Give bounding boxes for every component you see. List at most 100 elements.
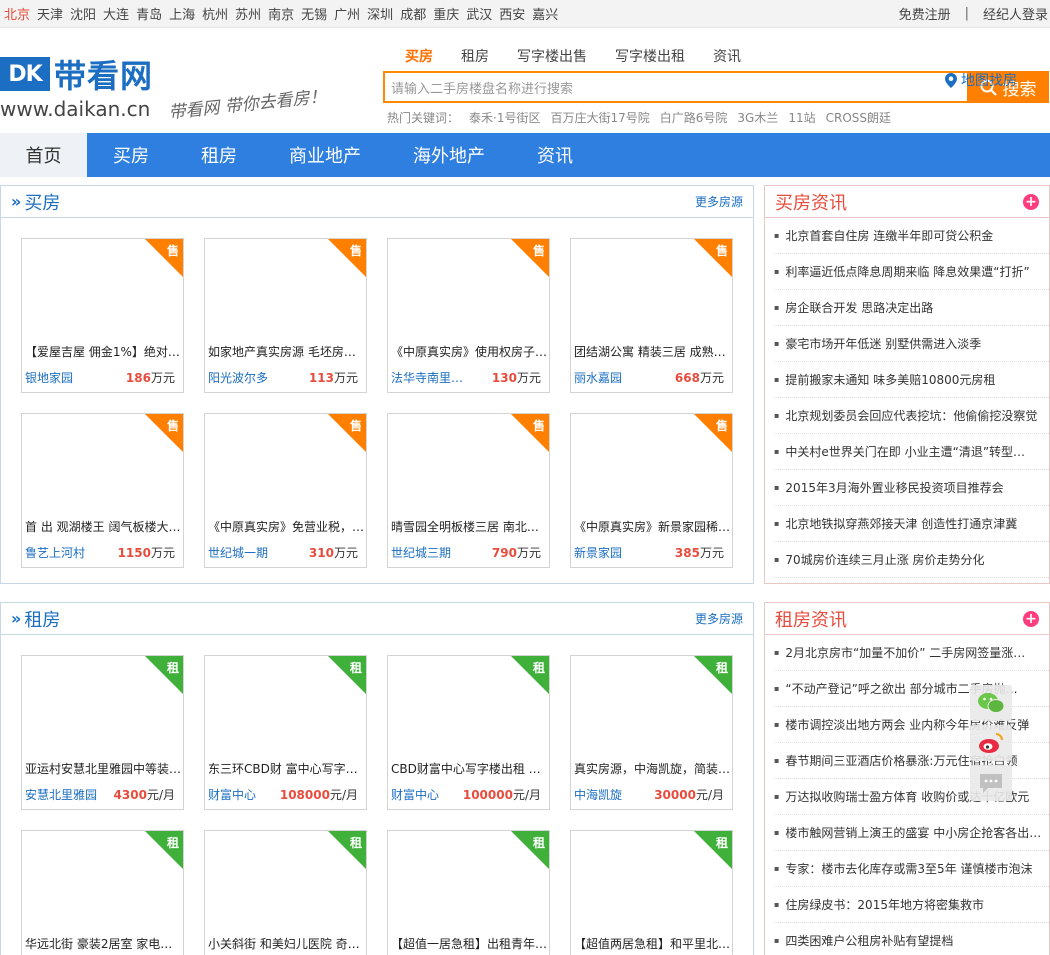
listing-card[interactable]: 售晴雪园全明板楼三居 南北… 世纪城三期 790万元 [387, 413, 550, 568]
search-tab[interactable]: 租房 [461, 46, 489, 66]
news-item[interactable]: 住房绿皮书：2015年地方将密集救市 [774, 887, 1049, 923]
hot-keyword-link[interactable]: 百万庄大街17号院 [550, 109, 649, 126]
city-link[interactable]: 武汉 [466, 4, 492, 23]
listing-title[interactable]: 晴雪园全明板楼三居 南北… [391, 518, 547, 535]
listing-community-link[interactable]: 世纪城三期 [391, 544, 451, 561]
news-item[interactable]: 房企联合开发 思路决定出路 [774, 290, 1049, 326]
city-link[interactable]: 天津 [37, 4, 63, 23]
news-item[interactable]: 70城房价连续三月止涨 房价走势分化 [774, 542, 1049, 578]
news-item[interactable]: 四类困难户公租房补贴有望提档 [774, 923, 1049, 955]
city-link[interactable]: 苏州 [235, 4, 261, 23]
listing-card[interactable]: 租小关斜街 和美妇儿医院 奇… [204, 830, 367, 955]
listing-card[interactable]: 售《中原真实房》免营业税，… 世纪城一期 310万元 [204, 413, 367, 568]
listing-title[interactable]: 【超值两居急租】和平里北… [574, 935, 730, 952]
weibo-icon[interactable] [970, 725, 1012, 761]
city-link[interactable]: 沈阳 [70, 4, 96, 23]
news-item[interactable]: 利率逼近低点降息周期来临 降息效果遭“打折” [774, 254, 1049, 290]
listing-title[interactable]: 《中原真实房》使用权房子… [391, 343, 547, 360]
agent-login-link[interactable]: 经纪人登录 [983, 4, 1048, 23]
listing-title[interactable]: 小关斜街 和美妇儿医院 奇… [208, 935, 364, 952]
listing-community-link[interactable]: 新景家园 [574, 544, 622, 561]
listing-card[interactable]: 售团结湖公寓 精装三居 成熟… 丽水嘉园 668万元 [570, 238, 733, 393]
listing-title[interactable]: 【超值一居急租】出租青年… [391, 935, 547, 952]
search-tab[interactable]: 资讯 [713, 46, 741, 66]
listing-title[interactable]: 首 出 观湖楼王 阔气板楼大… [25, 518, 181, 535]
listing-card[interactable]: 租华远北街 豪装2居室 家电… [21, 830, 184, 955]
nav-item[interactable]: 资讯 [511, 133, 599, 177]
listing-community-link[interactable]: 鲁艺上河村 [25, 544, 85, 561]
listing-community-link[interactable]: 中海凯旋 [574, 786, 622, 803]
hot-keyword-link[interactable]: 3G木兰 [737, 109, 778, 126]
news-item[interactable]: 2015年3月海外置业移民投资项目推荐会 [774, 470, 1049, 506]
search-input[interactable]: 请输入二手房楼盘名称进行搜索 [383, 71, 967, 103]
listing-community-link[interactable]: 安慧北里雅园 [25, 786, 97, 803]
nav-item[interactable]: 海外地产 [387, 133, 511, 177]
listing-community-link[interactable]: 法华寺南里… [391, 369, 463, 386]
listing-title[interactable]: 《中原真实房》免营业税，… [208, 518, 364, 535]
listing-title[interactable]: 真实房源，中海凯旋，简装… [574, 760, 730, 777]
listing-title[interactable]: 东三环CBD财 富中心写字… [208, 760, 364, 777]
listing-card[interactable]: 售《中原真实房》新景家园稀… 新景家园 385万元 [570, 413, 733, 568]
news-item[interactable]: 北京地铁拟穿燕郊接天津 创造性打通京津冀 [774, 506, 1049, 542]
nav-item[interactable]: 租房 [175, 133, 263, 177]
listing-card[interactable]: 租【超值一居急租】出租青年… [387, 830, 550, 955]
message-icon[interactable] [970, 765, 1012, 801]
search-tab[interactable]: 写字楼出租 [615, 46, 685, 66]
listing-community-link[interactable]: 银地家园 [25, 369, 73, 386]
city-link[interactable]: 南京 [268, 4, 294, 23]
listing-card[interactable]: 售首 出 观湖楼王 阔气板楼大… 鲁艺上河村 1150万元 [21, 413, 184, 568]
search-tab[interactable]: 买房 [405, 46, 433, 66]
city-link[interactable]: 上海 [169, 4, 195, 23]
nav-item[interactable]: 商业地产 [263, 133, 387, 177]
city-link[interactable]: 成都 [400, 4, 426, 23]
listing-title[interactable]: 团结湖公寓 精装三居 成熟… [574, 343, 730, 360]
listing-title[interactable]: 《中原真实房》新景家园稀… [574, 518, 730, 535]
city-link[interactable]: 无锡 [301, 4, 327, 23]
listing-community-link[interactable]: 世纪城一期 [208, 544, 268, 561]
nav-item[interactable]: 首页 [0, 133, 87, 177]
hot-keyword-link[interactable]: 白广路6号院 [660, 109, 728, 126]
listing-title[interactable]: 如家地产真实房源 毛坯房… [208, 343, 364, 360]
nav-item[interactable]: 买房 [87, 133, 175, 177]
news-item[interactable]: 中关村e世界关门在即 小业主遭“清退”转型… [774, 434, 1049, 470]
listing-card[interactable]: 租 CBD财富中心写字楼出租 … 财富中心 100000元/月 [387, 655, 550, 810]
listing-card[interactable]: 售《中原真实房》使用权房子… 法华寺南里… 130万元 [387, 238, 550, 393]
listing-card[interactable]: 租东三环CBD财 富中心写字… 财富中心 108000元/月 [204, 655, 367, 810]
news-item[interactable]: 北京规划委员会回应代表挖坑：他偷偷挖没察觉 [774, 398, 1049, 434]
hot-keyword-link[interactable]: 11站 [788, 109, 815, 126]
listing-title[interactable]: 【爱屋吉屋 佣金1%】绝对… [25, 343, 181, 360]
hot-keyword-link[interactable]: 泰禾·1号街区 [469, 109, 540, 126]
plus-icon[interactable]: + [1023, 193, 1039, 210]
listing-community-link[interactable]: 丽水嘉园 [574, 369, 622, 386]
city-link[interactable]: 嘉兴 [532, 4, 558, 23]
map-search-link[interactable]: 地图找房 [945, 70, 1017, 90]
wechat-icon[interactable] [970, 685, 1012, 721]
rent-more-link[interactable]: 更多房源 [695, 610, 743, 627]
city-link[interactable]: 大连 [103, 4, 129, 23]
city-link[interactable]: 北京 [4, 4, 30, 23]
city-link[interactable]: 青岛 [136, 4, 162, 23]
news-item[interactable]: 2月北京房市“加量不加价” 二手房网签量涨… [774, 635, 1049, 671]
news-item[interactable]: 楼市触网营销上演王的盛宴 中小房企抢客各出… [774, 815, 1049, 851]
listing-community-link[interactable]: 财富中心 [208, 786, 256, 803]
buy-more-link[interactable]: 更多房源 [695, 193, 743, 210]
listing-title[interactable]: 亚运村安慧北里雅园中等装… [25, 760, 181, 777]
city-link[interactable]: 深圳 [367, 4, 393, 23]
city-link[interactable]: 西安 [499, 4, 525, 23]
listing-card[interactable]: 租真实房源，中海凯旋，简装… 中海凯旋 30000元/月 [570, 655, 733, 810]
logo[interactable]: DK 带看网 www.daikan.cn [0, 51, 165, 121]
news-item[interactable]: 豪宅市场开年低迷 别墅供需进入淡季 [774, 326, 1049, 362]
city-link[interactable]: 杭州 [202, 4, 228, 23]
listing-title[interactable]: 华远北街 豪装2居室 家电… [25, 935, 181, 952]
news-item[interactable]: 专家：楼市去化库存或需3至5年 谨慎楼市泡沫 [774, 851, 1049, 887]
listing-card[interactable]: 租【超值两居急租】和平里北… [570, 830, 733, 955]
listing-card[interactable]: 售【爱屋吉屋 佣金1%】绝对… 银地家园 186万元 [21, 238, 184, 393]
listing-card[interactable]: 售如家地产真实房源 毛坯房… 阳光波尔多 113万元 [204, 238, 367, 393]
city-link[interactable]: 重庆 [433, 4, 459, 23]
search-tab[interactable]: 写字楼出售 [517, 46, 587, 66]
news-item[interactable]: 北京首套自住房 连缴半年即可贷公积金 [774, 218, 1049, 254]
listing-community-link[interactable]: 财富中心 [391, 786, 439, 803]
plus-icon[interactable]: + [1023, 610, 1039, 627]
hot-keyword-link[interactable]: CROSS朗廷 [826, 109, 891, 126]
news-item[interactable]: 提前搬家未通知 味多美赔10800元房租 [774, 362, 1049, 398]
